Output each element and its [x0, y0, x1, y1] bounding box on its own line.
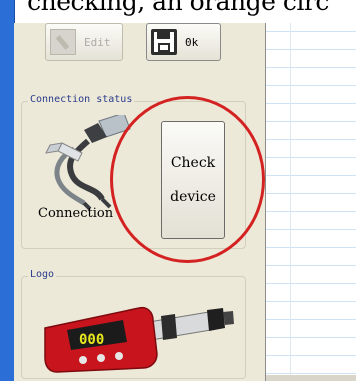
app-panel: Edit 0k Connection status Connection Che…: [14, 23, 356, 381]
ok-button-label: 0k: [185, 35, 199, 49]
connection-label: Connection: [38, 206, 114, 221]
edit-button[interactable]: Edit: [45, 23, 123, 61]
device-display: 000: [79, 332, 104, 348]
highlight-circle: [110, 96, 265, 263]
window-border: [0, 0, 15, 381]
save-icon: [151, 29, 177, 55]
logo-title: Logo: [28, 269, 57, 280]
data-grid[interactable]: [265, 23, 356, 381]
edit-icon: [50, 29, 76, 55]
hardness-tester-icon: 000: [44, 306, 234, 373]
ok-button[interactable]: 0k: [146, 23, 221, 61]
edit-button-label: Edit: [84, 35, 111, 49]
connection-status-title: Connection status: [28, 94, 135, 105]
